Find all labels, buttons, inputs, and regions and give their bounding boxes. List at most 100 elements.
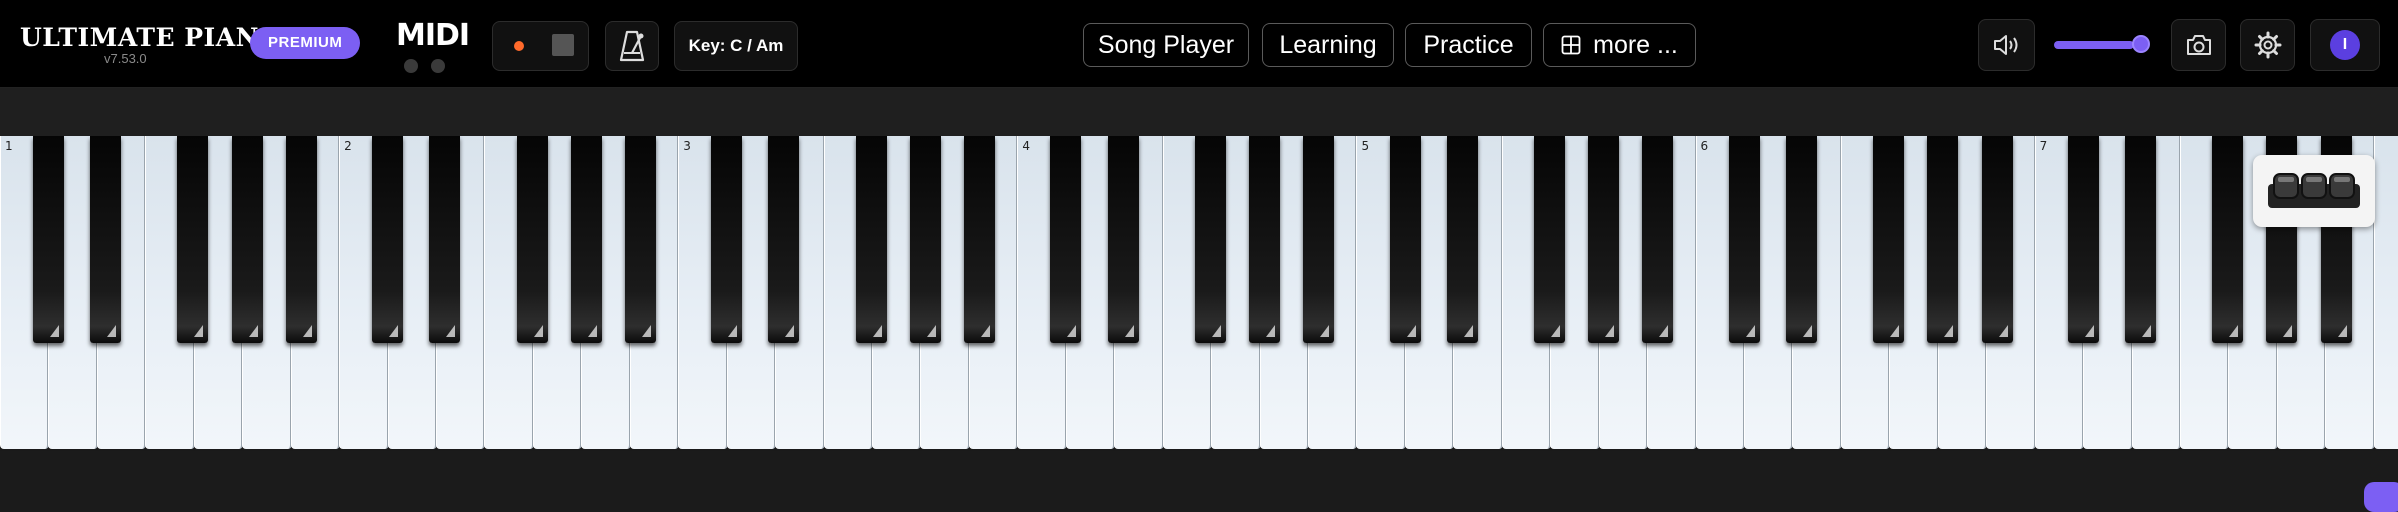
black-key[interactable]	[1642, 136, 1674, 343]
key-highlight	[1463, 325, 1473, 337]
record-button[interactable]	[514, 41, 524, 51]
black-key[interactable]	[2067, 136, 2099, 343]
black-key[interactable]	[1107, 136, 1139, 343]
volume-button[interactable]	[1978, 19, 2035, 71]
black-key[interactable]	[1981, 136, 2013, 343]
black-key[interactable]	[516, 136, 548, 343]
black-key[interactable]	[2212, 136, 2244, 343]
octave-label: 2	[344, 139, 352, 153]
settings-button[interactable]	[2240, 19, 2295, 71]
key-highlight	[1266, 325, 1276, 337]
speaker-icon	[1993, 35, 2017, 55]
corner-tab[interactable]	[2364, 482, 2398, 512]
black-key[interactable]	[1872, 136, 1904, 343]
key-highlight	[107, 325, 117, 337]
midi-out-indicator	[431, 59, 445, 73]
key-highlight	[785, 325, 795, 337]
volume-slider[interactable]	[2054, 35, 2150, 53]
avatar: I	[2330, 30, 2360, 60]
record-controls	[492, 21, 589, 71]
black-key[interactable]	[1927, 136, 1959, 343]
black-key[interactable]	[1446, 136, 1478, 343]
key-highlight	[302, 325, 312, 337]
key-highlight	[2229, 325, 2239, 337]
premium-badge[interactable]: PREMIUM	[250, 27, 361, 59]
black-key[interactable]	[1533, 136, 1565, 343]
gear-icon	[2254, 31, 2281, 59]
key-highlight	[2084, 325, 2094, 337]
note-display-strip	[0, 88, 2398, 136]
stop-button[interactable]	[552, 34, 574, 56]
key-highlight	[1067, 325, 1077, 337]
octave-label: 7	[2039, 139, 2048, 153]
black-key[interactable]	[625, 136, 657, 343]
black-key[interactable]	[285, 136, 317, 343]
user-menu[interactable]: I	[2310, 19, 2380, 71]
key-highlight	[728, 325, 738, 337]
learning-button[interactable]: Learning	[1262, 23, 1394, 67]
key-highlight	[1605, 325, 1615, 337]
key-highlight	[533, 325, 543, 337]
key-highlight	[642, 325, 652, 337]
key-highlight	[2141, 325, 2151, 337]
black-key[interactable]	[429, 136, 461, 343]
app-title: ULTIMATE PIANO	[20, 23, 282, 52]
song-player-button[interactable]: Song Player	[1083, 23, 1249, 67]
black-key[interactable]	[1303, 136, 1335, 343]
camera-icon	[2186, 35, 2211, 55]
black-key[interactable]	[90, 136, 122, 343]
black-key[interactable]	[711, 136, 743, 343]
piano-pedal-icon	[2268, 173, 2360, 208]
white-key[interactable]	[2373, 136, 2398, 449]
black-key[interactable]	[1588, 136, 1620, 343]
key-highlight	[1944, 325, 1954, 337]
key-highlight	[1745, 325, 1755, 337]
octave-label: 6	[1700, 139, 1709, 153]
black-key[interactable]	[1389, 136, 1421, 343]
practice-button[interactable]: Practice	[1405, 23, 1532, 67]
bottom-panel	[0, 451, 2398, 497]
black-key[interactable]	[2124, 136, 2156, 343]
octave-label: 1	[5, 139, 13, 153]
key-selector[interactable]: Key: C / Am	[674, 21, 798, 71]
black-key[interactable]	[768, 136, 800, 343]
black-key[interactable]	[372, 136, 404, 343]
more-button[interactable]: more ...	[1543, 23, 1696, 67]
metronome-icon	[619, 30, 645, 62]
black-key[interactable]	[33, 136, 65, 343]
octave-label: 3	[683, 139, 691, 153]
key-highlight	[446, 325, 456, 337]
black-key[interactable]	[1050, 136, 1082, 343]
volume-slider-handle[interactable]	[2132, 35, 2150, 53]
key-highlight	[587, 325, 597, 337]
black-key[interactable]	[964, 136, 996, 343]
volume-slider-track	[2054, 41, 2134, 49]
key-highlight	[1802, 325, 1812, 337]
black-key[interactable]	[177, 136, 209, 343]
black-key[interactable]	[570, 136, 602, 343]
midi-in-indicator	[404, 59, 418, 73]
black-key[interactable]	[1728, 136, 1760, 343]
key-highlight	[1550, 325, 1560, 337]
key-highlight	[248, 325, 258, 337]
key-highlight	[1998, 325, 2008, 337]
key-highlight	[1124, 325, 1134, 337]
black-key[interactable]	[909, 136, 941, 343]
octave-label: 5	[1361, 139, 1370, 153]
black-key[interactable]	[231, 136, 263, 343]
screenshot-button[interactable]	[2171, 19, 2226, 71]
key-highlight	[1659, 325, 1669, 337]
black-key[interactable]	[1249, 136, 1281, 343]
key-highlight	[1406, 325, 1416, 337]
key-highlight	[1211, 325, 1221, 337]
black-key[interactable]	[855, 136, 887, 343]
piano-keyboard[interactable]: 1 2 3 4 5 6 7	[0, 136, 2398, 451]
midi-label[interactable]: MIDI	[396, 18, 470, 53]
black-key[interactable]	[1785, 136, 1817, 343]
sustain-pedal-button[interactable]	[2253, 155, 2375, 227]
key-highlight	[50, 325, 60, 337]
black-key[interactable]	[1194, 136, 1226, 343]
key-highlight	[2283, 325, 2293, 337]
metronome-button[interactable]	[605, 21, 659, 71]
key-highlight	[1320, 325, 1330, 337]
